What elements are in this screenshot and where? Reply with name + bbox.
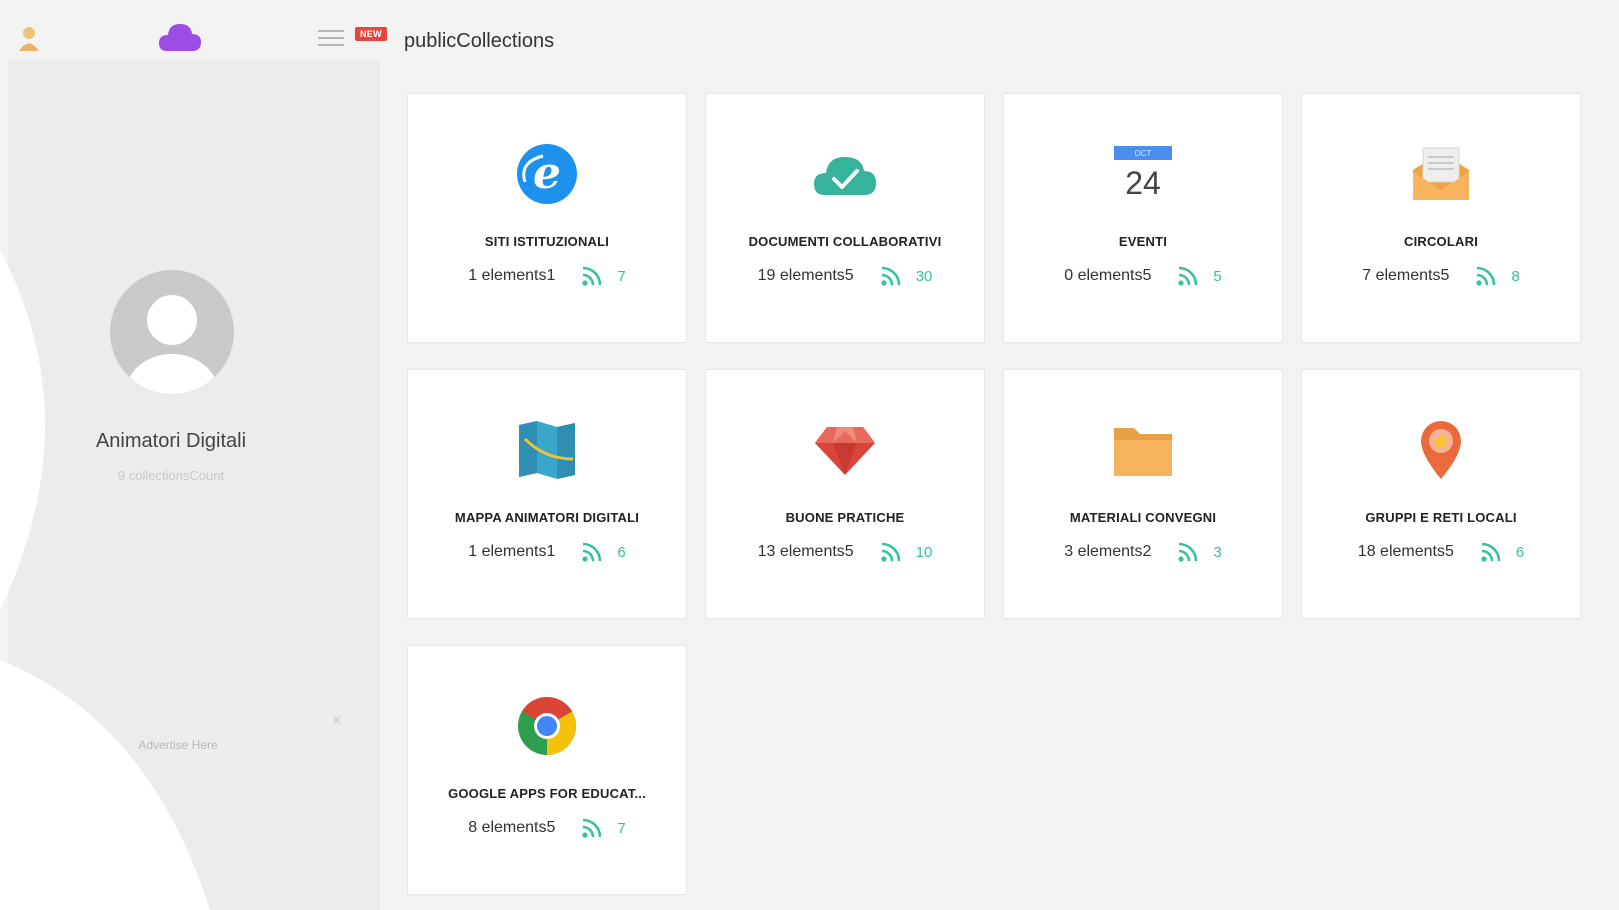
chrome-icon (518, 697, 576, 755)
cloud-logo-icon[interactable] (158, 20, 202, 54)
feed-count: 10 (915, 543, 933, 561)
menu-toggle-button[interactable] (318, 30, 344, 48)
collection-card[interactable]: DOCUMENTI COLLABORATIVI 19 elements5 30 (705, 93, 985, 343)
elements-count: 18 elements5 (1357, 543, 1454, 560)
collection-card[interactable]: GRUPPI E RETI LOCALI 18 elements5 6 (1301, 369, 1581, 619)
rss-feed-icon[interactable] (880, 541, 902, 563)
feed-count: 5 (1213, 267, 1222, 285)
collection-title: CIRCOLARI (1403, 234, 1479, 249)
elements-count: 8 elements5 (468, 819, 556, 836)
advertise-link[interactable]: Advertise Here (0, 738, 356, 752)
feed-count: 3 (1213, 543, 1222, 561)
map-icon (519, 421, 575, 479)
collection-title: GRUPPI E RETI LOCALI (1365, 510, 1517, 525)
collection-card[interactable]: GOOGLE APPS FOR EDUCAT... 8 elements5 7 (407, 645, 687, 895)
calendar-month: OCT (1135, 149, 1152, 158)
collection-card[interactable]: OCT 24 EVENTI 0 elements5 5 (1003, 93, 1283, 343)
calendar-day: 24 (1125, 165, 1161, 201)
map-pin-star-icon (1421, 421, 1461, 479)
collections-count: 9 collectionsCount (117, 468, 225, 483)
collection-card[interactable]: CIRCOLARI 7 elements5 8 (1301, 93, 1581, 343)
collection-title: SITI ISTITUZIONALI (484, 234, 610, 249)
rss-feed-icon[interactable] (1480, 541, 1502, 563)
page-title: publicCollections (404, 30, 555, 52)
cloud-check-icon (814, 157, 876, 195)
svg-text:e: e (533, 148, 561, 199)
collection-card[interactable]: MAPPA ANIMATORI DIGITALI 1 elements1 6 (407, 369, 687, 619)
elements-count: 0 elements5 (1064, 267, 1152, 284)
collection-card[interactable]: MATERIALI CONVEGNI 3 elements2 3 (1003, 369, 1283, 619)
rss-feed-icon[interactable] (880, 265, 902, 287)
open-envelope-icon (1413, 147, 1469, 200)
rss-feed-icon[interactable] (581, 265, 603, 287)
collection-title: EVENTI (1118, 234, 1168, 249)
feed-count: 7 (617, 819, 626, 837)
rss-feed-icon[interactable] (581, 541, 603, 563)
collection-title: MAPPA ANIMATORI DIGITALI (454, 510, 640, 525)
sidebar-background (0, 60, 380, 910)
elements-count: 13 elements5 (757, 543, 854, 560)
profile-name: Animatori Digitali (95, 430, 247, 452)
feed-count: 8 (1511, 267, 1520, 285)
elements-count: 1 elements1 (468, 543, 556, 560)
feed-count: 7 (617, 267, 626, 285)
rss-feed-icon[interactable] (581, 817, 603, 839)
top-bar: NEW publicCollections (0, 0, 1619, 80)
rss-feed-icon[interactable] (1177, 265, 1199, 287)
elements-count: 1 elements1 (468, 267, 556, 284)
collection-title: DOCUMENTI COLLABORATIVI (748, 234, 942, 249)
rss-feed-icon[interactable] (1475, 265, 1497, 287)
feed-count: 6 (617, 543, 626, 561)
profile-avatar (110, 270, 234, 394)
feed-count: 6 (1515, 543, 1525, 561)
collection-title: GOOGLE APPS FOR EDUCAT... (448, 786, 646, 801)
collection-title: MATERIALI CONVEGNI (1069, 510, 1217, 525)
user-avatar-icon[interactable] (18, 24, 40, 52)
calendar-icon: OCT 24 (1114, 146, 1172, 202)
new-badge: NEW (355, 27, 387, 41)
elements-count: 3 elements2 (1064, 543, 1152, 560)
collection-title: BUONE PRATICHE (785, 510, 905, 525)
ruby-gem-icon (815, 427, 875, 475)
elements-count: 19 elements5 (757, 267, 854, 284)
internet-explorer-icon: e (517, 144, 577, 204)
collection-card[interactable]: e SITI ISTITUZIONALI 1 elements1 7 (407, 93, 687, 343)
collection-card[interactable]: BUONE PRATICHE 13 elements5 10 (705, 369, 985, 619)
feed-count: 30 (915, 267, 933, 285)
folder-icon (1114, 428, 1172, 476)
ad-close-button[interactable]: × (332, 712, 341, 729)
rss-feed-icon[interactable] (1177, 541, 1199, 563)
elements-count: 7 elements5 (1362, 267, 1450, 284)
